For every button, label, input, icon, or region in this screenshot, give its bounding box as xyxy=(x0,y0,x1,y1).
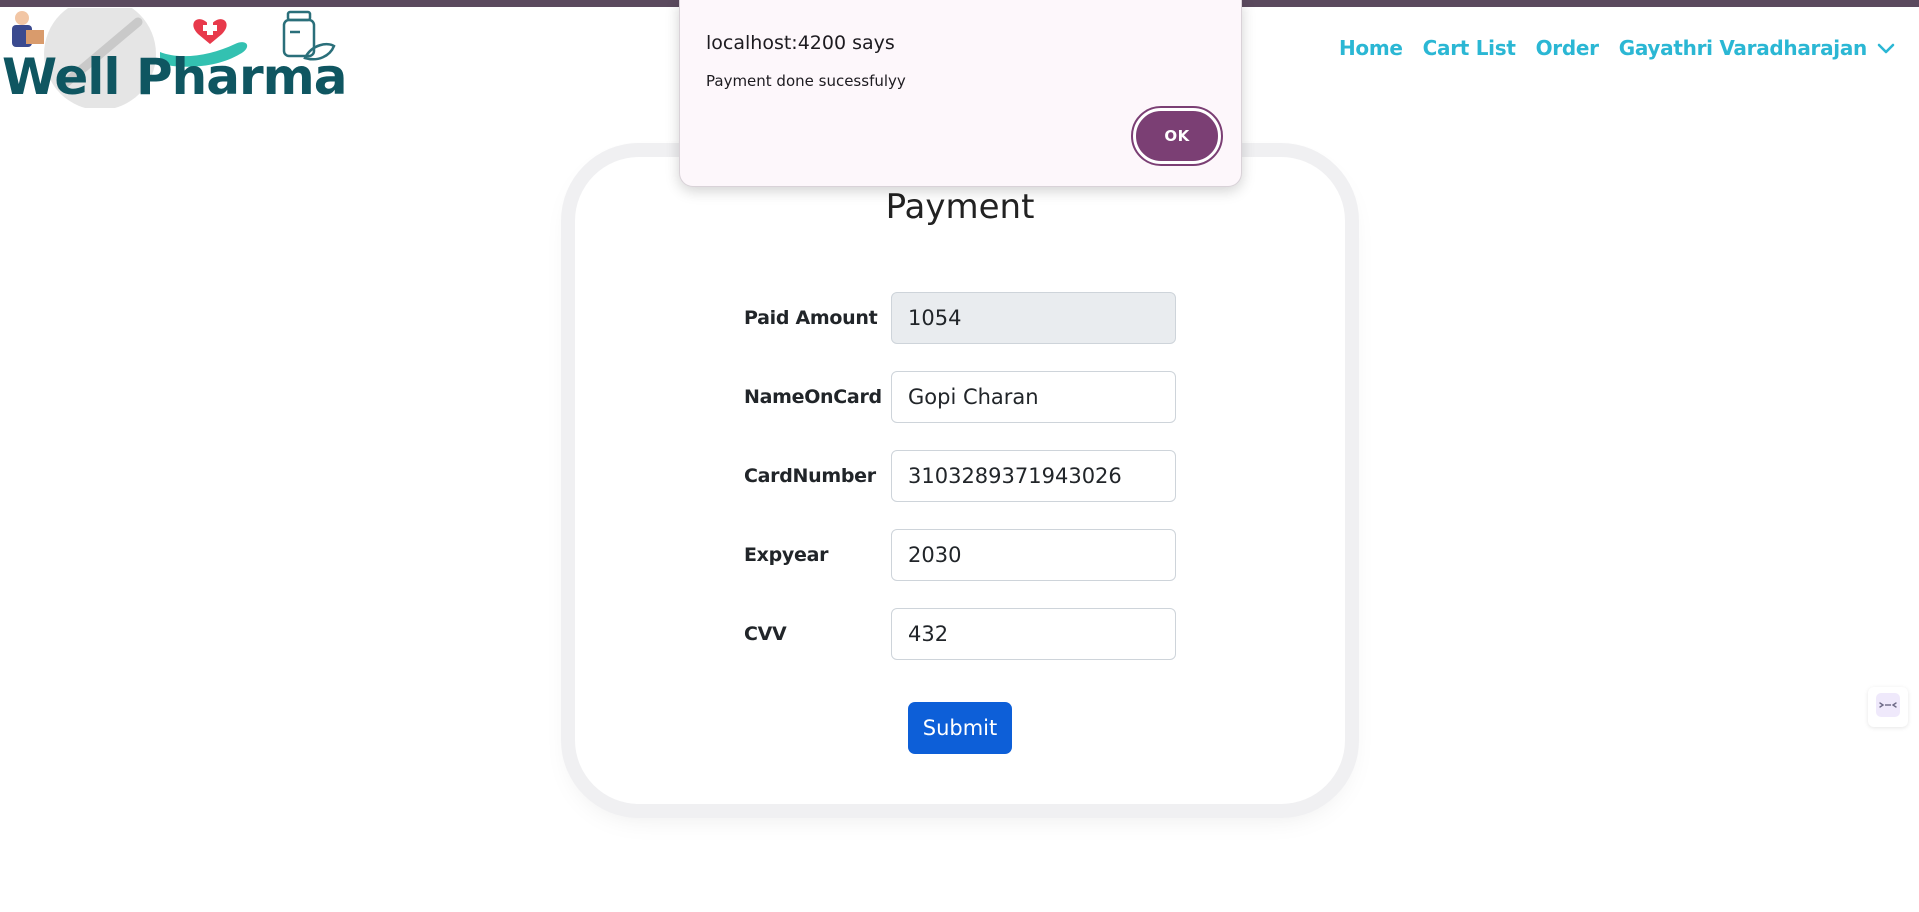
ok-button[interactable]: OK xyxy=(1131,106,1223,166)
card-number-input[interactable] xyxy=(891,450,1176,502)
side-widget[interactable] xyxy=(1868,687,1908,727)
cvv-label: CVV xyxy=(744,623,787,645)
brand-logo[interactable]: Well Pharma xyxy=(0,8,347,108)
submit-button[interactable]: Submit xyxy=(908,702,1012,754)
nav-home-link[interactable]: Home xyxy=(1339,36,1403,60)
main-nav: Home Cart List Order Gayathri Varadharaj… xyxy=(1339,36,1895,60)
paid-amount-input[interactable] xyxy=(891,292,1176,344)
payment-title: Payment xyxy=(885,187,1035,227)
name-on-card-label: NameOnCard xyxy=(744,386,882,408)
exp-year-input[interactable] xyxy=(891,529,1176,581)
card-number-label: CardNumber xyxy=(744,465,876,487)
extension-icon xyxy=(1875,692,1901,723)
nav-cart-list-link[interactable]: Cart List xyxy=(1423,36,1516,60)
exp-year-row: Expyear xyxy=(744,529,1184,583)
logo-text: Well Pharma xyxy=(2,48,347,106)
payment-card: Payment Paid Amount NameOnCard CardNumbe… xyxy=(575,157,1345,804)
name-on-card-row: NameOnCard xyxy=(744,371,1184,425)
paid-amount-label: Paid Amount xyxy=(744,307,878,329)
user-name-link[interactable]: Gayathri Varadharajan xyxy=(1619,36,1868,60)
paid-amount-row: Paid Amount xyxy=(744,292,1184,346)
exp-year-label: Expyear xyxy=(744,544,829,566)
dialog-title: localhost:4200 says xyxy=(706,32,895,54)
cvv-row: CVV xyxy=(744,608,1184,662)
card-number-row: CardNumber xyxy=(744,450,1184,504)
chevron-down-icon[interactable] xyxy=(1877,42,1895,54)
nav-order-link[interactable]: Order xyxy=(1536,36,1599,60)
dialog-message: Payment done sucessfulyy xyxy=(706,72,906,90)
user-menu[interactable]: Gayathri Varadharajan xyxy=(1619,36,1895,60)
alert-dialog: localhost:4200 says Payment done sucessf… xyxy=(679,0,1242,187)
cvv-input[interactable] xyxy=(891,608,1176,660)
name-on-card-input[interactable] xyxy=(891,371,1176,423)
